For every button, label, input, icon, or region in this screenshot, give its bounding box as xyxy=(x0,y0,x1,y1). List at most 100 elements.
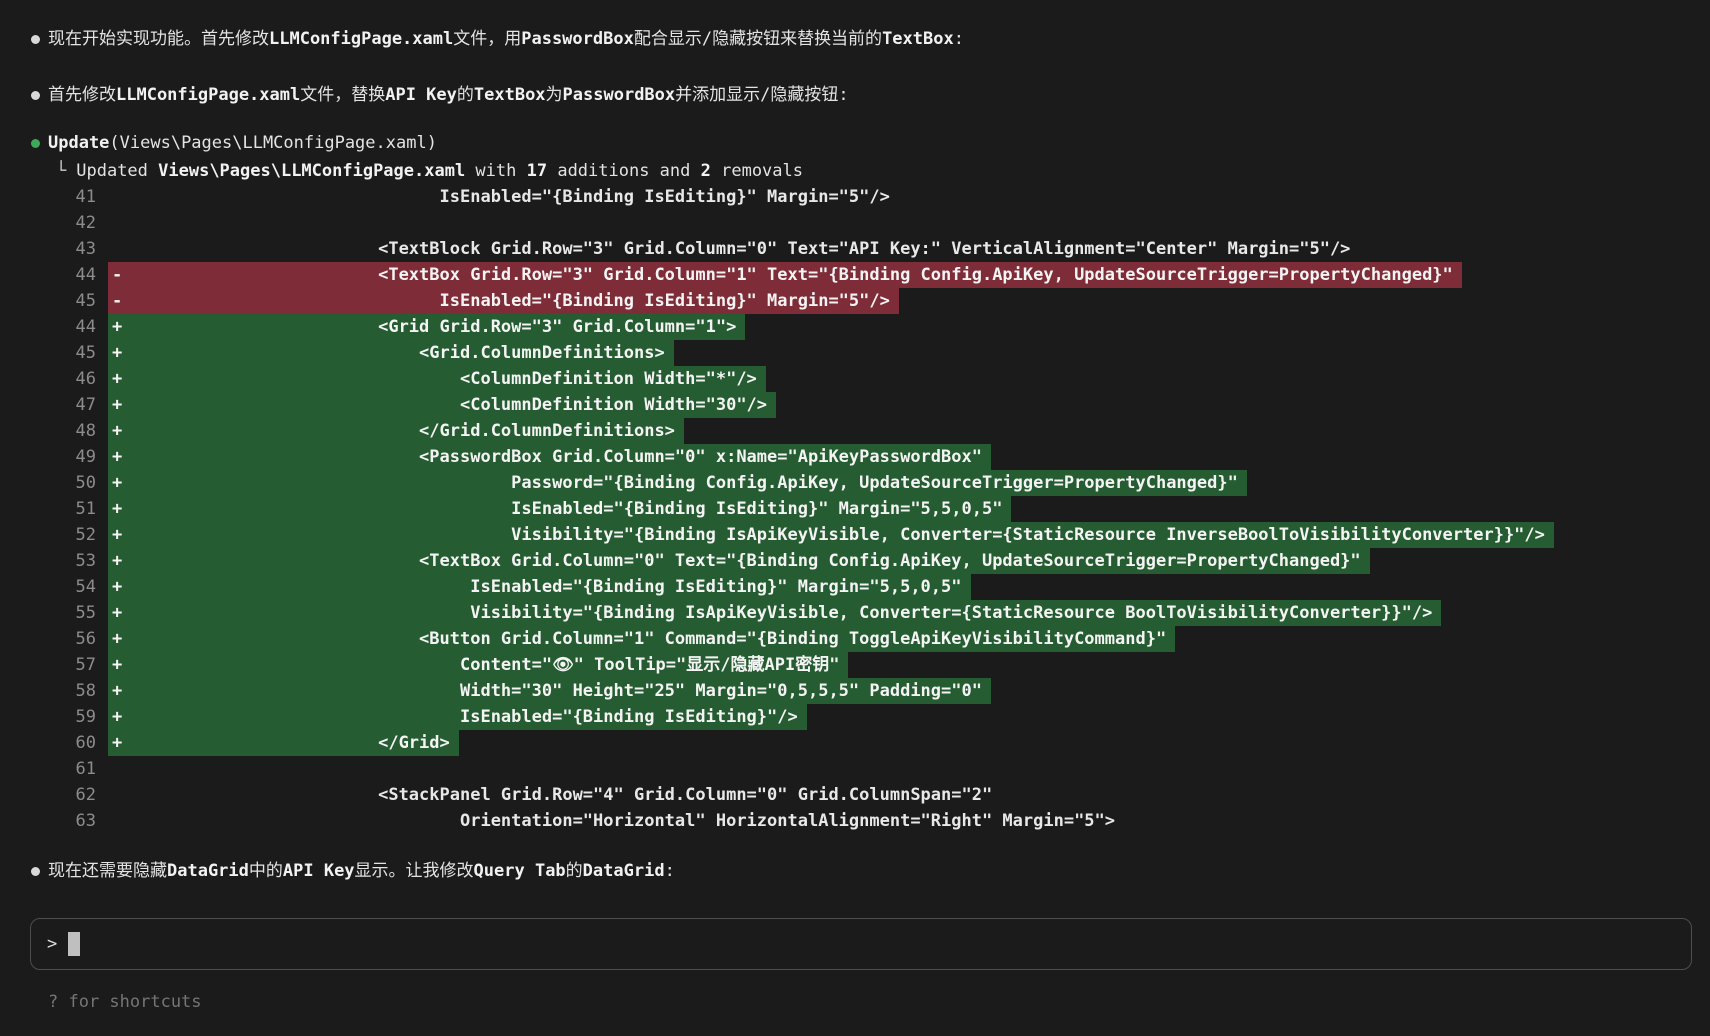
line-number: 58 xyxy=(75,681,96,701)
message-segment: 显示。让我修改 xyxy=(354,861,474,881)
message-segment: 文件，用 xyxy=(453,29,522,49)
diff-line: 54 + IsEnabled="{Binding IsEditing}" Marg… xyxy=(0,574,1710,600)
diff-line: 61 xyxy=(0,756,1710,782)
message-segment: 现在开始实现功能。首先修改 xyxy=(48,29,269,49)
line-number: 42 xyxy=(75,213,96,233)
diff-added-code: + Password="{Binding Config.ApiKey, Upda… xyxy=(108,470,1247,496)
diff-line: 48 + </Grid.ColumnDefinitions> xyxy=(0,418,1710,444)
tool-result: └ Updated Views\Pages\LLMConfigPage.xaml … xyxy=(0,158,1710,184)
message-segment: TextBox xyxy=(882,29,954,49)
diff-added-code: + Visibility="{Binding IsApiKeyVisible, … xyxy=(108,600,1442,626)
message-segment: 中的 xyxy=(248,861,283,881)
diff-added-code: + <ColumnDefinition Width="30"/> xyxy=(108,392,777,418)
line-number: 52 xyxy=(75,525,96,545)
assistant-messages-top: 现在开始实现功能。首先修改LLMConfigPage.xaml文件，用Passw… xyxy=(0,26,1710,108)
line-number: 50 xyxy=(75,473,96,493)
diff-added-code: + <Grid Grid.Row="3" Grid.Column="1"> xyxy=(108,314,746,340)
diff-context-code: <TextBlock Grid.Row="3" Grid.Column="0" … xyxy=(112,239,1351,259)
line-number: 51 xyxy=(75,499,96,519)
diff-line: 47 + <ColumnDefinition Width="30"/> xyxy=(0,392,1710,418)
tool-call-title: Update(Views\Pages\LLMConfigPage.xaml) xyxy=(48,133,437,153)
message-segment: 现在还需要隐藏 xyxy=(48,861,167,881)
line-number: 43 xyxy=(75,239,96,259)
diff-line: 46 + <ColumnDefinition Width="*"/> xyxy=(0,366,1710,392)
diff-added-code: + IsEnabled="{Binding IsEditing}" Margin… xyxy=(108,574,971,600)
tool-result-segment: removals xyxy=(710,161,803,181)
line-number: 63 xyxy=(75,811,96,831)
diff-line: 44 + <Grid Grid.Row="3" Grid.Column="1"> xyxy=(0,314,1710,340)
diff-line: 53 + <TextBox Grid.Column="0" Text="{Bind… xyxy=(0,548,1710,574)
tool-result-text: Updated Views\Pages\LLMConfigPage.xaml w… xyxy=(76,161,803,181)
diff-line: 45 - IsEnabled="{Binding IsEditing}" Marg… xyxy=(0,288,1710,314)
assistant-message: 现在开始实现功能。首先修改LLMConfigPage.xaml文件，用Passw… xyxy=(0,26,1710,52)
message-segment: PasswordBox xyxy=(562,85,676,105)
diff-block: 41 IsEnabled="{Binding IsEditing}" Margi… xyxy=(0,184,1710,834)
tool-result-segment: 17 xyxy=(526,161,548,181)
assistant-message: 首先修改LLMConfigPage.xaml文件，替换API Key的TextB… xyxy=(0,82,1710,108)
prompt-input[interactable]: > xyxy=(30,918,1692,970)
diff-line: 58 + Width="30" Height="25" Margin="0,5,5… xyxy=(0,678,1710,704)
diff-removed-code: - <TextBox Grid.Row="3" Grid.Column="1" … xyxy=(108,262,1462,288)
line-number: 45 xyxy=(75,291,96,311)
line-number: 53 xyxy=(75,551,96,571)
tool-result-segment: 2 xyxy=(700,161,711,181)
diff-line: 45 + <Grid.ColumnDefinitions> xyxy=(0,340,1710,366)
message-segment: TextBox xyxy=(473,85,546,105)
diff-context-code: IsEnabled="{Binding IsEditing}" Margin="… xyxy=(112,187,890,207)
diff-added-code: + <Button Grid.Column="1" Command="{Bind… xyxy=(108,626,1176,652)
diff-line: 50 + Password="{Binding Config.ApiKey, Up… xyxy=(0,470,1710,496)
diff-added-code: + Width="30" Height="25" Margin="0,5,5,5… xyxy=(108,678,991,704)
line-number: 49 xyxy=(75,447,96,467)
message-segment: : xyxy=(953,29,964,49)
diff-line: 41 IsEnabled="{Binding IsEditing}" Margi… xyxy=(0,184,1710,210)
line-number: 44 xyxy=(75,265,96,285)
diff-line: 51 + IsEnabled="{Binding IsEditing}" Marg… xyxy=(0,496,1710,522)
tool-result-segment: with xyxy=(465,161,527,181)
terminal-session: 现在开始实现功能。首先修改LLMConfigPage.xaml文件，用Passw… xyxy=(0,0,1710,1012)
message-segment: LLMConfigPage.xaml xyxy=(269,29,454,49)
message-segment: : xyxy=(664,861,675,881)
diff-added-code: + <ColumnDefinition Width="*"/> xyxy=(108,366,766,392)
message-bullet-icon xyxy=(31,91,40,100)
message-segment: DataGrid xyxy=(582,861,665,881)
line-number: 57 xyxy=(75,655,96,675)
shortcuts-hint: ? for shortcuts xyxy=(48,992,202,1012)
diff-line: 55 + Visibility="{Binding IsApiKeyVisible… xyxy=(0,600,1710,626)
message-segment: DataGrid xyxy=(167,861,249,881)
tool-bullet-icon xyxy=(31,139,40,148)
message-segment: 首先修改 xyxy=(48,85,116,105)
diff-line: 60 + </Grid> xyxy=(0,730,1710,756)
line-number: 45 xyxy=(75,343,96,363)
diff-added-code: + IsEnabled="{Binding IsEditing}" Margin… xyxy=(108,496,1012,522)
diff-line: 62 <StackPanel Grid.Row="4" Grid.Column=… xyxy=(0,782,1710,808)
diff-added-code: + <Grid.ColumnDefinitions> xyxy=(108,340,674,366)
message-segment: LLMConfigPage.xaml xyxy=(116,85,301,105)
line-number: 62 xyxy=(75,785,96,805)
line-number: 47 xyxy=(75,395,96,415)
message-segment: 的 xyxy=(456,85,474,105)
message-segment: API Key xyxy=(385,85,457,105)
diff-line: 49 + <PasswordBox Grid.Column="0" x:Name=… xyxy=(0,444,1710,470)
diff-added-code: + <PasswordBox Grid.Column="0" x:Name="A… xyxy=(108,444,991,470)
line-number: 44 xyxy=(75,317,96,337)
assistant-messages-bottom: 现在还需要隐藏DataGrid中的API Key显示。让我修改Query Tab… xyxy=(0,858,1710,884)
message-segment: 的 xyxy=(565,861,583,881)
diff-line: 56 + <Button Grid.Column="1" Command="{Bi… xyxy=(0,626,1710,652)
diff-line: 43 <TextBlock Grid.Row="3" Grid.Column="… xyxy=(0,236,1710,262)
diff-added-code: + </Grid> xyxy=(108,730,459,756)
text-cursor xyxy=(68,932,81,956)
diff-removed-code: - IsEnabled="{Binding IsEditing}" Margin… xyxy=(108,288,899,314)
line-number: 60 xyxy=(75,733,96,753)
assistant-message: 现在还需要隐藏DataGrid中的API Key显示。让我修改Query Tab… xyxy=(0,858,1710,884)
diff-context-code: Orientation="Horizontal" HorizontalAlign… xyxy=(112,811,1116,831)
diff-added-code: + Content="👁" ToolTip="显示/隐藏API密钥" xyxy=(108,652,849,678)
line-number: 41 xyxy=(75,187,96,207)
message-segment: Query Tab xyxy=(473,861,566,881)
message-segment: PasswordBox xyxy=(521,29,634,49)
line-number: 54 xyxy=(75,577,96,597)
diff-added-code: + IsEnabled="{Binding IsEditing}"/> xyxy=(108,704,807,730)
tool-call-update: Update(Views\Pages\LLMConfigPage.xaml) xyxy=(0,130,1710,156)
message-segment: 配合显示/隐藏按钮来替换当前的 xyxy=(633,29,883,49)
elbow-connector-icon: └ xyxy=(56,161,67,181)
diff-line: 44 - <TextBox Grid.Row="3" Grid.Column="1… xyxy=(0,262,1710,288)
